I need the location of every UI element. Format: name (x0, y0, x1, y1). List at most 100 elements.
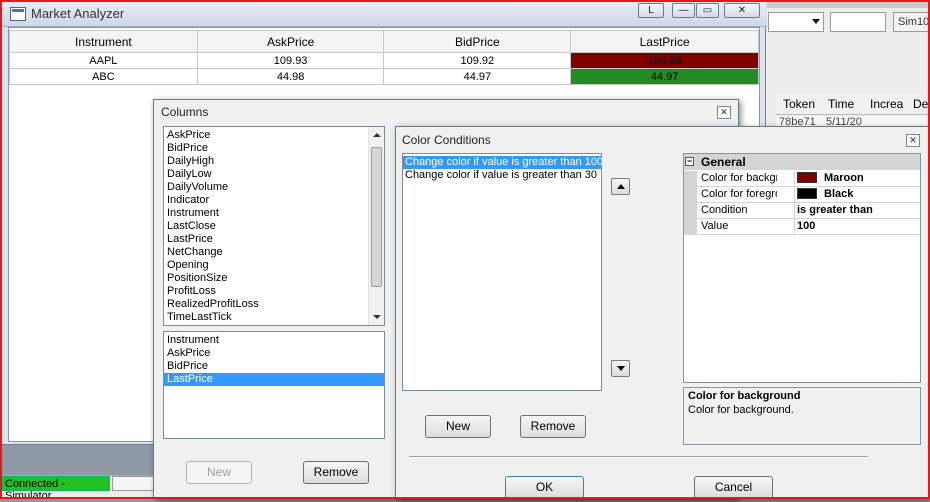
vertical-scrollbar[interactable] (368, 127, 384, 325)
color-swatch (797, 172, 817, 183)
scroll-up-icon[interactable] (373, 133, 381, 137)
cell-instrument: AAPL (9, 52, 198, 69)
chevron-down-icon (812, 19, 820, 24)
selected-columns-list[interactable]: Instrument AskPrice BidPrice LastPrice (163, 331, 385, 439)
row-margin (684, 203, 697, 219)
list-item[interactable]: ProfitLoss (164, 285, 368, 298)
list-item[interactable]: AskPrice (164, 129, 368, 142)
table-row[interactable]: AAPL 109.93 109.92 109.93 (9, 52, 759, 69)
market-analyzer-titlebar[interactable]: Market Analyzer L — ▭ ✕ (1, 1, 767, 27)
grid-header-increase[interactable]: Increa (870, 97, 903, 111)
cell-lastprice: 109.93 (570, 52, 759, 69)
conditions-items: Change color if value is greater than 10… (403, 154, 603, 182)
cell-askprice: 44.98 (196, 68, 385, 85)
condition-remove-button[interactable]: Remove (520, 415, 586, 438)
maximize-button[interactable]: ▭ (696, 3, 719, 18)
property-value[interactable]: Black (797, 188, 853, 200)
cell-bidprice: 44.97 (383, 68, 572, 85)
background-dropdown[interactable] (768, 12, 824, 32)
property-name: Color for background (701, 172, 777, 184)
selected-columns-items: Instrument AskPrice BidPrice LastPrice (164, 334, 384, 386)
list-item[interactable]: Change color if value is greater than 10… (403, 156, 603, 169)
list-item[interactable]: Opening (164, 259, 368, 272)
column-header-bidprice[interactable]: BidPrice (383, 30, 572, 53)
property-row-foreground[interactable]: Color for foreground Black (684, 187, 920, 203)
help-title: Color for background (688, 390, 801, 402)
ok-button[interactable]: OK (505, 476, 584, 499)
window-icon (10, 7, 26, 21)
row-separator (794, 187, 795, 203)
background-input[interactable] (830, 12, 886, 32)
color-conditions-title: Color Conditions (402, 133, 491, 147)
help-description: Color for background. (688, 404, 794, 416)
cell-instrument: ABC (9, 68, 198, 85)
link-button[interactable]: L (638, 3, 664, 18)
property-category-general[interactable]: − General (684, 154, 920, 170)
close-button[interactable]: ✕ (724, 3, 760, 18)
condition-new-button[interactable]: New (425, 415, 491, 438)
property-row-value[interactable]: Value 100 (684, 219, 920, 235)
list-item[interactable]: LastClose (164, 220, 368, 233)
list-item[interactable]: LastPrice (164, 233, 368, 246)
row-separator (794, 219, 795, 235)
columns-new-button[interactable]: New (186, 461, 252, 484)
column-header-lastprice[interactable]: LastPrice (570, 30, 759, 53)
dialog-separator (409, 456, 868, 458)
property-name: Condition (701, 204, 748, 216)
minimize-button[interactable]: — (672, 3, 695, 18)
list-item[interactable]: PositionSize (164, 272, 368, 285)
columns-dialog-title: Columns (161, 105, 209, 119)
cell-askprice: 109.93 (196, 52, 385, 69)
property-name: Color for foreground (701, 188, 777, 200)
background-toolbar-strip (765, 0, 930, 8)
cancel-button[interactable]: Cancel (694, 476, 773, 499)
list-item[interactable]: LastPrice (164, 373, 384, 386)
list-item[interactable]: TimeLastTick (164, 311, 368, 324)
row-margin (684, 171, 697, 187)
list-item[interactable]: NetChange (164, 246, 368, 259)
grid-header-token[interactable]: Token (783, 97, 815, 111)
color-value-text: Maroon (824, 172, 864, 184)
close-icon[interactable]: ✕ (906, 134, 920, 147)
scroll-thumb[interactable] (371, 147, 382, 287)
list-item[interactable]: Instrument (164, 207, 368, 220)
column-header-askprice[interactable]: AskPrice (196, 30, 385, 53)
property-value[interactable]: 100 (797, 220, 815, 232)
grid-header-row: Instrument AskPrice BidPrice LastPrice (9, 30, 759, 53)
conditions-list[interactable]: Change color if value is greater than 10… (402, 153, 603, 391)
property-row-background[interactable]: Color for background Maroon (684, 171, 920, 187)
grid-header-time[interactable]: Time (828, 97, 854, 111)
list-item[interactable]: DailyHigh (164, 155, 368, 168)
column-header-instrument[interactable]: Instrument (9, 30, 198, 53)
collapse-icon[interactable]: − (685, 157, 694, 166)
row-separator (794, 203, 795, 219)
window-title: Market Analyzer (31, 6, 125, 21)
scroll-down-icon[interactable] (373, 315, 381, 319)
property-value[interactable]: Maroon (797, 172, 864, 184)
list-item[interactable]: Change color if value is greater than 30 (403, 169, 601, 182)
property-row-condition[interactable]: Condition is greater than (684, 203, 920, 219)
account-box[interactable]: Sim10 (893, 12, 930, 32)
property-value[interactable]: is greater than (797, 204, 873, 216)
list-item[interactable]: BidPrice (164, 142, 368, 155)
category-label: General (701, 155, 746, 169)
columns-remove-button[interactable]: Remove (303, 461, 369, 484)
connection-status: Connected - Simulator (2, 476, 110, 502)
move-down-button[interactable] (611, 360, 630, 377)
row-separator (794, 171, 795, 187)
list-item[interactable]: AskPrice (164, 347, 384, 360)
list-item[interactable]: Indicator (164, 194, 368, 207)
status-cell (112, 476, 156, 491)
move-up-button[interactable] (611, 178, 630, 195)
list-item[interactable]: DailyLow (164, 168, 368, 181)
available-columns-list[interactable]: AskPrice BidPrice DailyHigh DailyLow DailyVo… (163, 126, 385, 326)
arrow-up-icon (617, 184, 625, 189)
list-item[interactable]: RealizedProfitLoss (164, 298, 368, 311)
table-row[interactable]: ABC 44.98 44.97 44.97 (9, 68, 759, 85)
grid-header-decrease[interactable]: De (913, 97, 928, 111)
list-item[interactable]: BidPrice (164, 360, 384, 373)
list-item[interactable]: DailyVolume (164, 181, 368, 194)
list-item[interactable]: Instrument (164, 334, 384, 347)
close-icon[interactable]: ✕ (717, 106, 731, 119)
color-swatch (797, 188, 817, 199)
